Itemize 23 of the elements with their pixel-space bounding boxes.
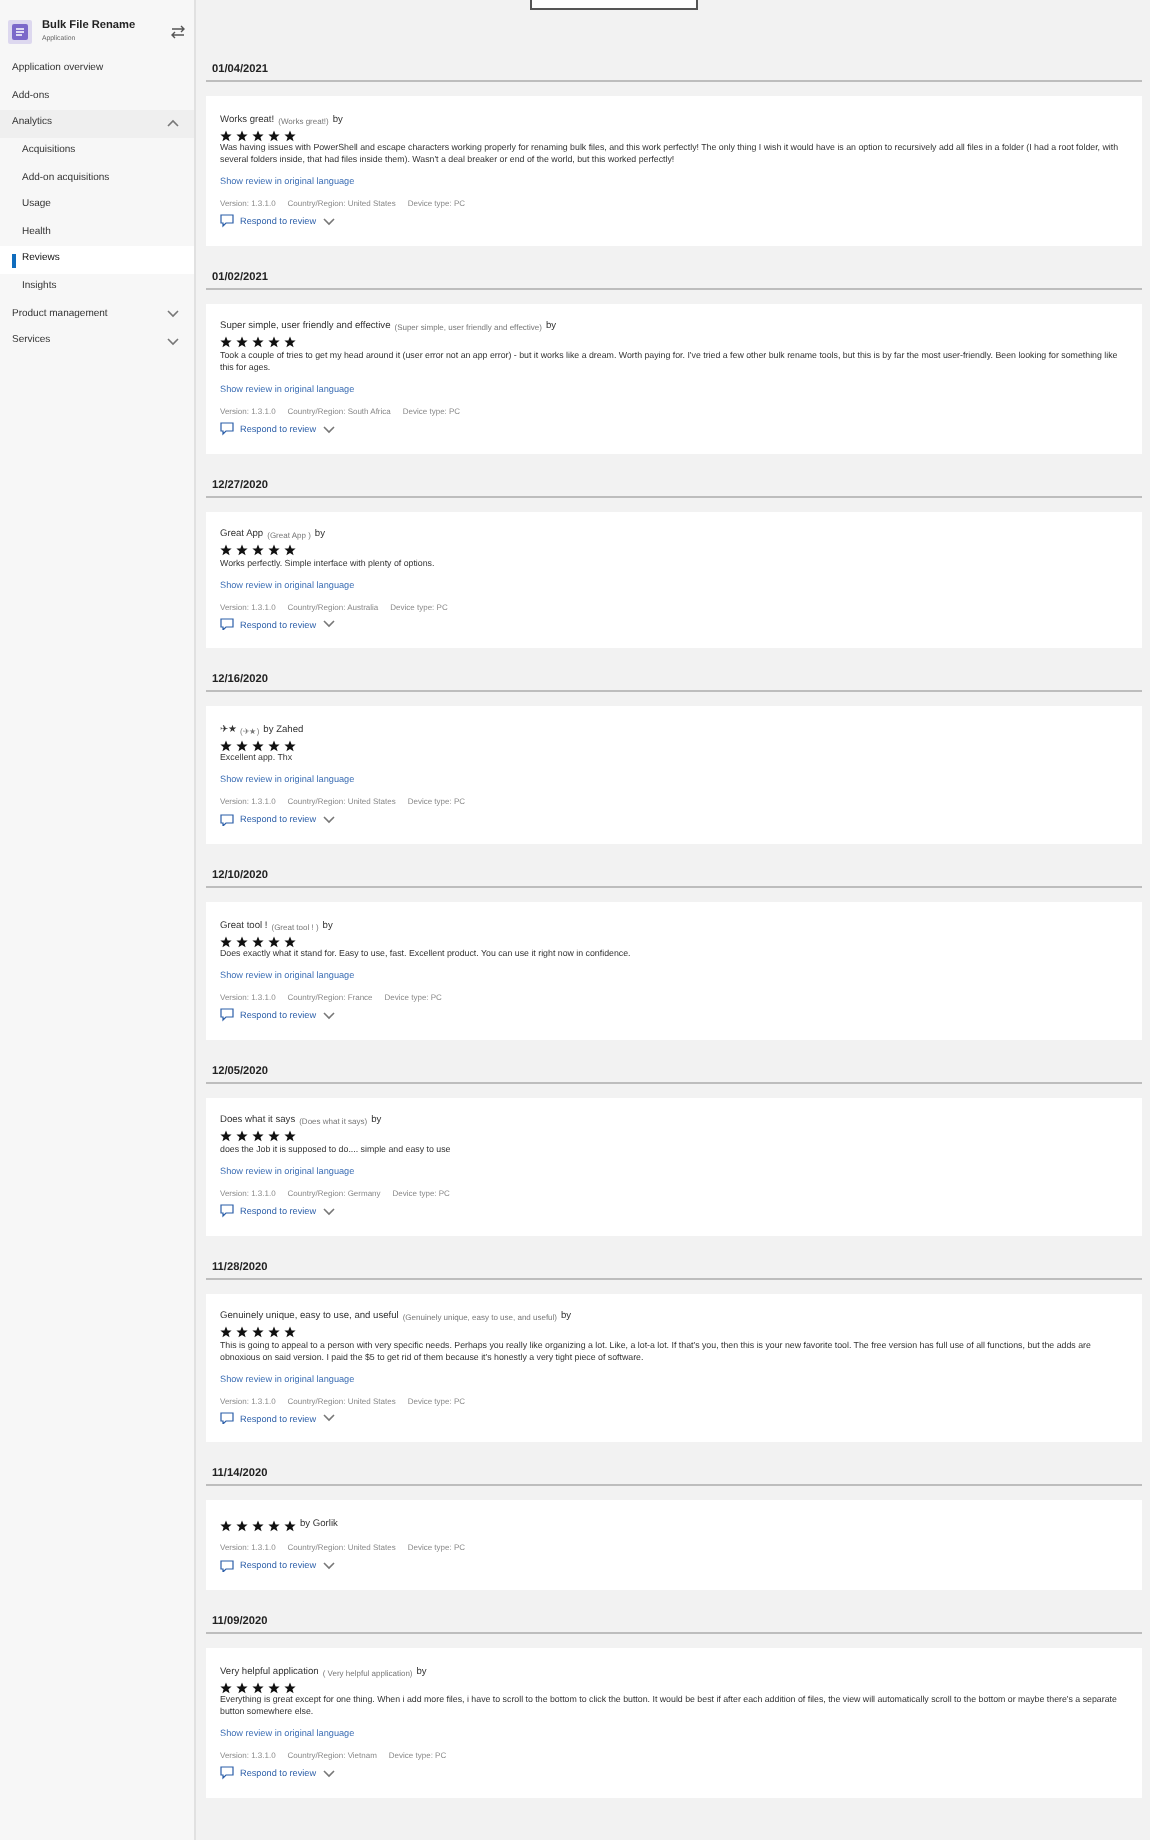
chevron-icon — [322, 1009, 337, 1021]
chevron-icon — [166, 118, 180, 130]
comment-icon — [220, 1766, 234, 1780]
chevron-icon — [166, 335, 180, 347]
comment-icon — [220, 1204, 234, 1217]
app-logo-icon — [8, 19, 32, 43]
comment-icon — [220, 1559, 234, 1572]
chevron-icon — [322, 423, 337, 434]
comment-icon — [220, 1008, 234, 1022]
comment-icon — [220, 422, 234, 435]
chevron-icon — [322, 1412, 337, 1424]
chevron-icon — [322, 1767, 337, 1779]
comment-icon — [220, 813, 234, 826]
chevron-icon — [166, 308, 180, 320]
comment-icon — [220, 617, 234, 631]
chevron-icon — [322, 618, 337, 630]
chevron-icon — [322, 1560, 337, 1571]
switch-icon[interactable] — [170, 23, 186, 39]
chevron-icon — [322, 1205, 337, 1216]
chevron-icon — [322, 814, 337, 825]
chevron-icon — [322, 215, 337, 227]
comment-icon — [220, 1411, 234, 1425]
comment-icon — [220, 214, 234, 228]
